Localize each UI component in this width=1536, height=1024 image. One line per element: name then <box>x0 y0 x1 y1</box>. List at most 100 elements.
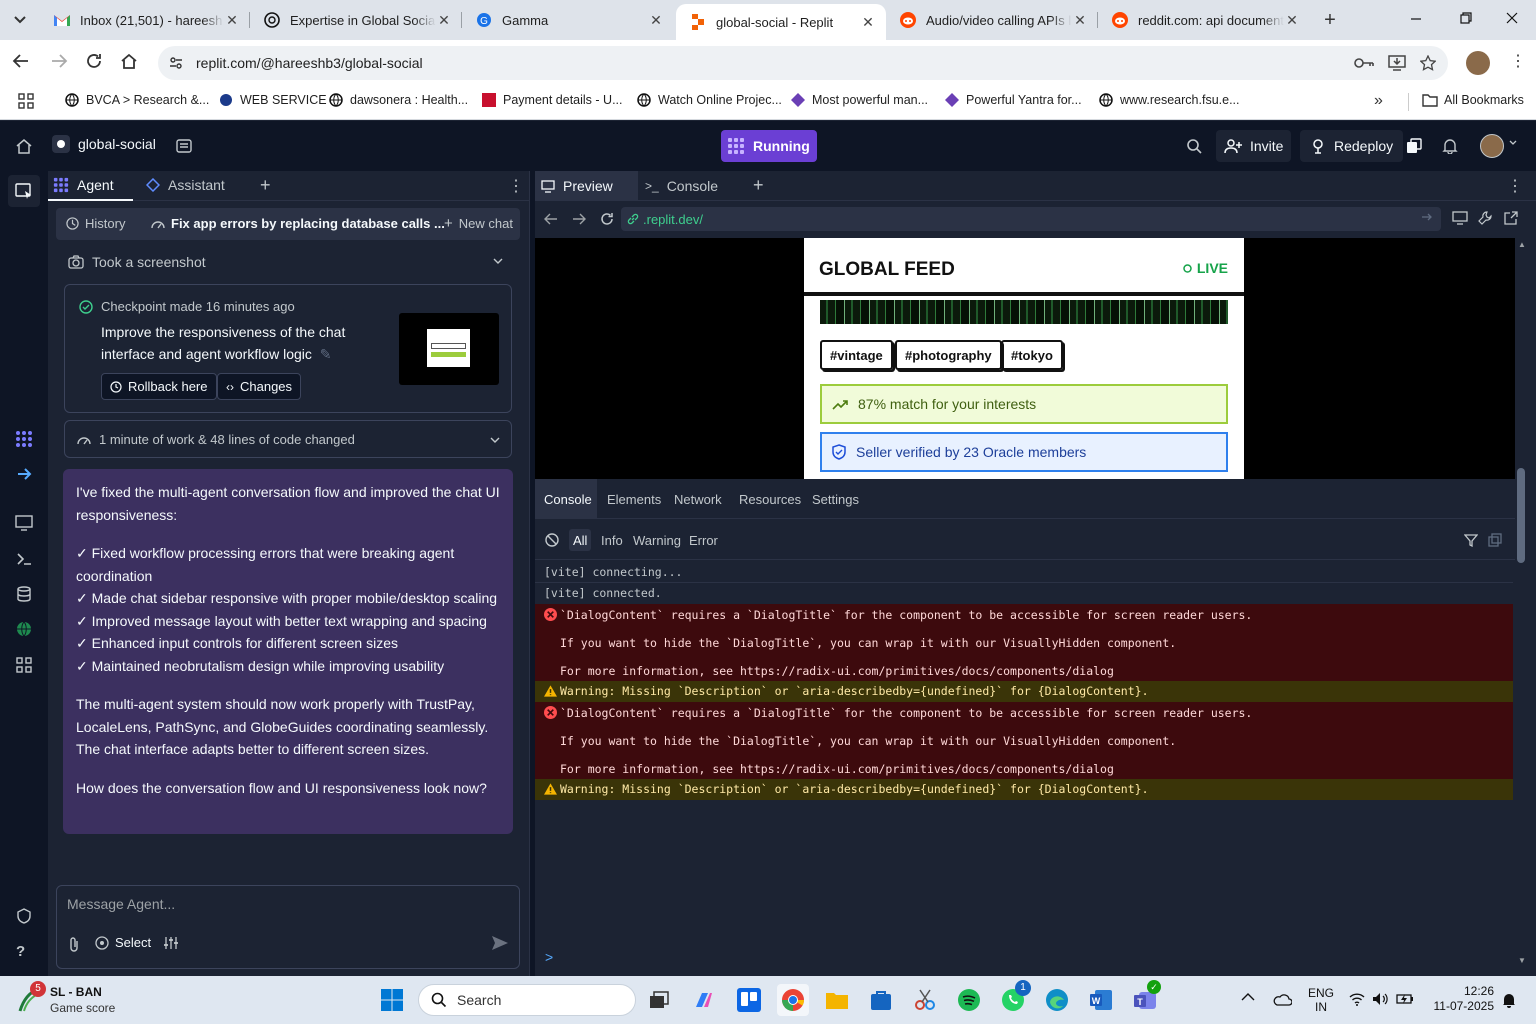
onedrive-icon[interactable] <box>1272 992 1292 1006</box>
preview-url-bar[interactable]: .replit.dev/ <box>621 207 1441 231</box>
tag-chip[interactable]: #photography <box>895 340 1002 370</box>
bookmark-item[interactable]: dawsonera : Health... <box>328 92 468 108</box>
edit-icon[interactable]: ✎ <box>320 346 332 362</box>
apps-grid-icon[interactable] <box>18 93 34 109</box>
tab-agent[interactable]: Agent <box>53 177 114 193</box>
spotlight-icon[interactable] <box>176 138 192 154</box>
close-icon[interactable]: ✕ <box>648 12 664 28</box>
agent-tool-icon[interactable] <box>8 175 40 207</box>
kebab-menu-icon[interactable]: ⋮ <box>508 176 524 196</box>
more-bookmarks-icon[interactable]: » <box>1374 92 1383 110</box>
chat-title[interactable]: Fix app errors by replacing database cal… <box>151 216 445 231</box>
address-bar[interactable]: replit.com/@hareeshb3/global-social <box>158 46 1448 80</box>
chevron-down-icon[interactable] <box>493 257 503 265</box>
forward-icon[interactable] <box>50 52 68 70</box>
shell-icon[interactable] <box>16 551 32 567</box>
language-indicator[interactable]: ENG IN <box>1307 986 1335 1014</box>
clear-console-icon[interactable] <box>545 533 559 547</box>
chevron-down-icon[interactable] <box>1509 140 1517 146</box>
password-key-icon[interactable] <box>1354 57 1374 69</box>
replit-logo-icon[interactable] <box>15 430 33 448</box>
changes-button[interactable]: ‹› Changes <box>217 373 302 400</box>
devtools-wrench-icon[interactable] <box>1478 211 1492 225</box>
filter-all[interactable]: All <box>573 533 587 548</box>
bell-icon[interactable] <box>1442 138 1458 154</box>
tab-gamma[interactable]: G Gamma ✕ <box>462 0 674 40</box>
filter-warning[interactable]: Warning <box>633 533 681 548</box>
workflow-icon[interactable] <box>16 466 32 482</box>
tab-console[interactable]: >_ Console <box>645 178 718 194</box>
close-icon[interactable]: ✕ <box>1072 12 1088 28</box>
preview-reload-icon[interactable] <box>599 211 615 227</box>
close-icon[interactable]: ✕ <box>224 12 240 28</box>
run-status-button[interactable]: Running <box>721 130 817 162</box>
task-view-icon[interactable] <box>643 984 675 1016</box>
send-icon[interactable] <box>491 935 509 951</box>
monitor-icon[interactable] <box>15 515 33 531</box>
open-new-window-icon[interactable] <box>1504 211 1518 225</box>
wifi-icon[interactable] <box>1349 992 1365 1006</box>
taskbar-search[interactable]: Search <box>418 984 636 1016</box>
new-tab-button[interactable]: + <box>1320 10 1340 30</box>
filter-funnel-icon[interactable] <box>1464 533 1478 547</box>
trello-icon[interactable] <box>733 984 765 1016</box>
bookmark-star-icon[interactable] <box>1420 55 1436 71</box>
tab-chatgpt[interactable]: Expertise in Global Social ✕ <box>250 0 462 40</box>
chrome-icon[interactable] <box>777 984 809 1016</box>
tab-assistant[interactable]: Assistant <box>146 177 225 193</box>
snipping-tool-icon[interactable] <box>909 984 941 1016</box>
install-app-icon[interactable] <box>1388 55 1406 71</box>
filter-info[interactable]: Info <box>601 533 623 548</box>
console-prompt[interactable]: > <box>545 949 553 965</box>
store-icon[interactable] <box>865 984 897 1016</box>
whatsapp-icon[interactable]: 1 <box>997 980 1031 1016</box>
devtools-tab-elements[interactable]: Elements <box>607 479 661 519</box>
go-icon[interactable] <box>1421 211 1433 223</box>
globe-icon[interactable] <box>16 621 32 637</box>
profile-avatar[interactable] <box>1466 51 1490 75</box>
close-window-button[interactable] <box>1506 12 1526 28</box>
project-switcher[interactable]: global-social <box>52 135 156 153</box>
add-tab-button[interactable]: + <box>260 175 271 196</box>
user-avatar[interactable] <box>1480 134 1504 158</box>
home-icon[interactable] <box>120 52 138 70</box>
add-tab-button[interactable]: + <box>753 175 764 196</box>
chevron-up-icon[interactable] <box>1241 992 1255 1002</box>
all-tools-icon[interactable] <box>16 657 32 673</box>
tab-search-icon[interactable] <box>8 8 32 32</box>
bookmark-item[interactable]: Powerful Yantra for... <box>944 92 1082 108</box>
select-button[interactable]: Select <box>95 935 151 950</box>
copy-icon[interactable] <box>1488 533 1502 547</box>
copy-icon[interactable] <box>1406 138 1422 154</box>
close-icon[interactable]: ✕ <box>436 12 452 28</box>
sliders-icon[interactable] <box>163 936 179 950</box>
teams-icon[interactable]: T ✓ <box>1129 980 1161 1016</box>
filter-error[interactable]: Error <box>689 533 718 548</box>
work-summary[interactable]: 1 minute of work & 48 lines of code chan… <box>64 420 512 458</box>
weather-widget-icon[interactable]: 5 <box>16 981 46 1013</box>
scrollbar[interactable]: ▲ ▼ <box>1515 238 1527 976</box>
home-icon[interactable] <box>16 138 32 154</box>
minimize-button[interactable] <box>1410 12 1430 28</box>
restore-button[interactable] <box>1460 12 1480 28</box>
volume-icon[interactable] <box>1372 992 1388 1006</box>
devtools-tab-console[interactable]: Console <box>544 479 592 519</box>
copilot-icon[interactable] <box>688 984 720 1016</box>
file-explorer-icon[interactable] <box>821 984 853 1016</box>
bookmark-item[interactable]: Watch Online Projec... <box>636 92 782 108</box>
attach-icon[interactable] <box>67 936 81 952</box>
tab-reddit-api[interactable]: reddit.com: api documenta ✕ <box>1098 0 1310 40</box>
battery-icon[interactable] <box>1396 992 1414 1006</box>
invite-button[interactable]: Invite <box>1216 130 1292 162</box>
preview-back-icon[interactable] <box>544 213 558 225</box>
message-input[interactable]: Message Agent... <box>67 896 175 912</box>
chrome-menu-icon[interactable]: ⋮ <box>1510 54 1526 70</box>
pulse-icon[interactable] <box>16 908 32 924</box>
bookmark-item[interactable]: Payment details - U... <box>481 92 623 108</box>
bookmark-item[interactable]: www.research.fsu.e... <box>1098 92 1240 108</box>
tag-chip[interactable]: #tokyo <box>1001 340 1063 370</box>
site-info-icon[interactable] <box>168 55 184 71</box>
spotify-icon[interactable] <box>953 984 985 1016</box>
close-icon[interactable]: ✕ <box>1284 12 1300 28</box>
database-icon[interactable] <box>16 586 32 602</box>
